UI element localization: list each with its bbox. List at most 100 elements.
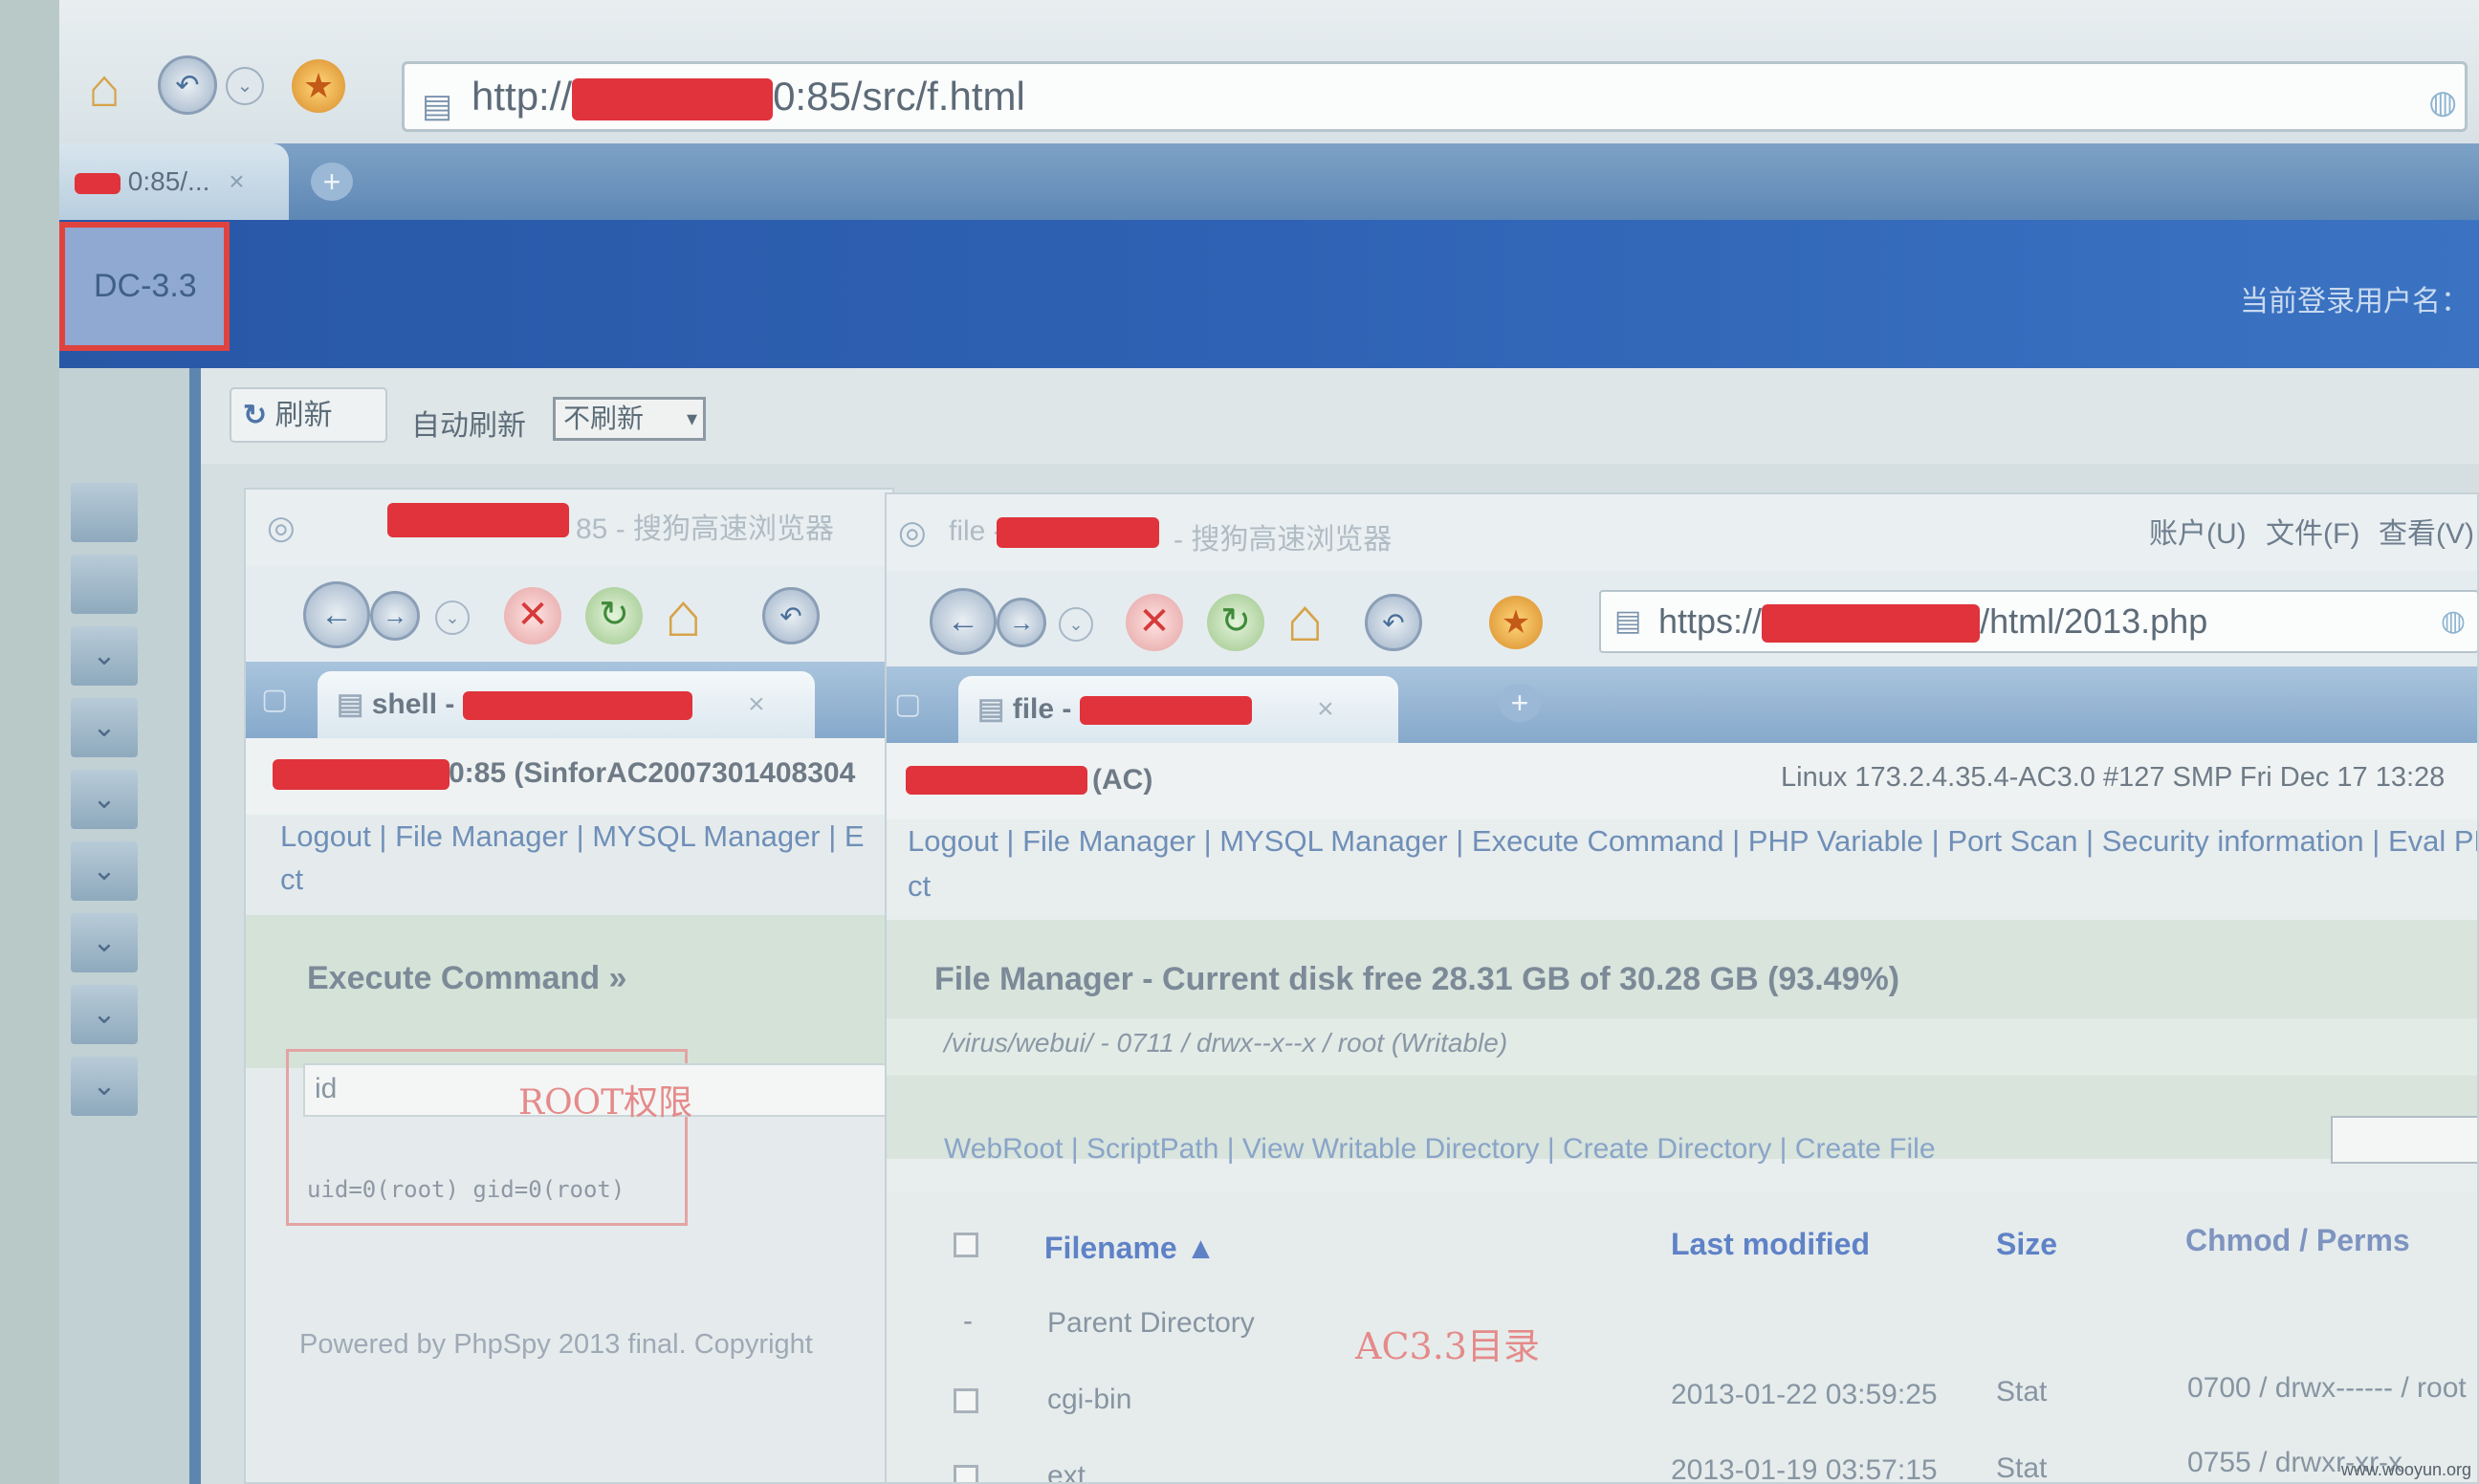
sidebar-item-expand[interactable]: ⌄	[71, 770, 138, 829]
file-address-bar[interactable]: ▤ https:// /html/2013.php ◍	[1599, 590, 2477, 653]
redacted-host	[273, 759, 450, 790]
reload-icon[interactable]: ↻	[1207, 594, 1264, 651]
shell-window-titlebar: ◎ 85 - 搜狗高速浏览器	[246, 490, 892, 566]
new-tab-icon[interactable]: +	[311, 163, 353, 201]
file-size[interactable]: Stat	[1996, 1376, 2047, 1408]
file-nav-links[interactable]: Logout | File Manager | MYSQL Manager | …	[908, 824, 2477, 859]
auto-refresh-value: 不刷新	[563, 404, 645, 433]
address-bar[interactable]: ▤ http:// 0:85/src/f.html ◍	[402, 61, 2468, 132]
back-icon[interactable]: ←	[930, 588, 997, 655]
redacted-tab-title	[1079, 696, 1252, 726]
outer-tab-label: 0:85/...	[127, 166, 210, 196]
file-browser-window: ◎ file - - 搜狗高速浏览器 账户(U) 文件(F) 查看(V) ← →…	[885, 492, 2479, 1484]
forward-icon[interactable]: →	[997, 598, 1046, 647]
favorite-star-icon[interactable]: ★	[292, 59, 345, 113]
file-perms[interactable]: 0700 / drwx------ / root	[2187, 1372, 2467, 1405]
file-window-title-prefix: file -	[949, 515, 1003, 547]
forward-icon[interactable]: →	[370, 591, 420, 641]
file-tab[interactable]: ▤ file - ×	[958, 676, 1398, 743]
shell-tab-strip: ▢ ▤ shell - ×	[246, 662, 892, 738]
file-actions[interactable]: WebRoot | ScriptPath | View Writable Dir…	[944, 1133, 1936, 1166]
page-icon: ▤	[337, 688, 364, 720]
goto-input[interactable]	[2331, 1116, 2477, 1164]
sidebar-item-expand[interactable]: ⌄	[71, 841, 138, 901]
sidebar-toggle-icon[interactable]: ▢	[894, 687, 921, 721]
file-name[interactable]: cgi-bin	[1047, 1384, 1131, 1416]
sidebar-item[interactable]	[71, 483, 138, 542]
sidebar-item[interactable]	[71, 555, 138, 614]
stop-icon[interactable]: ✕	[504, 587, 561, 644]
app-banner	[59, 220, 2479, 368]
home-icon[interactable]: ⌂	[665, 579, 702, 650]
directory-annotation: AC3.3目录	[1355, 1325, 1540, 1367]
home-icon[interactable]: ⌂	[1286, 584, 1324, 655]
file-window-title-suffix: - 搜狗高速浏览器	[1174, 524, 1393, 556]
row-checkbox[interactable]	[954, 1465, 978, 1482]
sidebar-item-expand[interactable]: ⌄	[71, 626, 138, 686]
page-icon: ▤	[977, 693, 1005, 725]
shell-window-title: 85 - 搜狗高速浏览器	[576, 513, 835, 545]
content-toolbar	[201, 368, 2479, 464]
chevron-down-icon[interactable]: ⌄	[435, 600, 470, 635]
undo-icon[interactable]: ↶	[762, 587, 820, 644]
undo-icon[interactable]: ↶	[1365, 594, 1422, 651]
sogou-logo-icon: ◎	[898, 514, 927, 551]
login-user-label: 当前登录用户名：	[2240, 286, 2469, 317]
sidebar-toggle-icon[interactable]: ▢	[261, 683, 288, 716]
command-output: uid=0(root) gid=0(root)	[307, 1176, 625, 1203]
redacted-title	[997, 517, 1159, 548]
col-size[interactable]: Size	[1996, 1227, 2057, 1262]
sidebar-item-expand[interactable]: ⌄	[71, 1057, 138, 1116]
col-filename[interactable]: Filename ▲	[1044, 1231, 1216, 1266]
file-window-titlebar: ◎ file - - 搜狗高速浏览器 账户(U) 文件(F) 查看(V)	[887, 494, 2477, 571]
url-suffix: 0:85/src/f.html	[773, 74, 1025, 119]
file-nav-wrap: ct	[908, 869, 932, 903]
desktop-left-edge	[0, 0, 59, 1484]
parent-directory-link[interactable]: Parent Directory	[1047, 1307, 1255, 1340]
select-all-checkbox[interactable]	[954, 1233, 978, 1257]
sidebar-divider[interactable]	[189, 368, 201, 1484]
file-size[interactable]: Stat	[1996, 1452, 2047, 1482]
row-checkbox[interactable]	[954, 1388, 978, 1413]
refresh-button[interactable]: ↻ 刷新	[230, 387, 387, 443]
home-icon[interactable]: ⌂	[75, 57, 134, 118]
file-name[interactable]: ext	[1047, 1460, 1086, 1482]
refresh-label: 刷新	[274, 400, 333, 431]
sidebar-item-expand[interactable]: ⌄	[71, 698, 138, 757]
reload-icon[interactable]: ↻	[585, 587, 643, 644]
menu-view[interactable]: 查看(V)	[2379, 510, 2474, 552]
close-icon[interactable]: ×	[748, 688, 765, 720]
close-icon[interactable]: ×	[1317, 693, 1334, 725]
history-dropdown-icon[interactable]: ⌄	[226, 67, 264, 105]
redacted-host	[572, 77, 774, 120]
menu-account[interactable]: 账户(U)	[2149, 510, 2247, 552]
sidebar-item-expand[interactable]: ⌄	[71, 985, 138, 1044]
outer-tab[interactable]: 0:85/... ×	[59, 143, 289, 220]
file-tab-label: file -	[1012, 693, 1072, 725]
sidebar-item-expand[interactable]: ⌄	[71, 913, 138, 972]
shell-nav-links[interactable]: Logout | File Manager | MYSQL Manager | …	[280, 819, 865, 854]
system-label: DC-3.3	[94, 268, 197, 304]
sidebar: ⌄ ⌄ ⌄ ⌄ ⌄ ⌄ ⌄	[59, 368, 193, 1484]
auto-refresh-select[interactable]: 不刷新 ▾	[553, 397, 706, 441]
chevron-down-icon[interactable]: ⌄	[1059, 607, 1093, 642]
file-table: Filename ▲ Last modified Size Chmod / Pe…	[887, 1192, 2477, 1482]
menu-file[interactable]: 文件(F)	[2266, 510, 2359, 552]
new-tab-icon[interactable]: +	[1499, 684, 1541, 722]
col-last-modified[interactable]: Last modified	[1671, 1227, 1870, 1262]
security-icon: ◍	[2428, 84, 2457, 120]
file-url-prefix: https://	[1658, 601, 1763, 641]
favorite-star-icon[interactable]: ★	[1489, 596, 1543, 649]
stop-icon[interactable]: ✕	[1126, 594, 1183, 651]
file-manager-title: File Manager - Current disk free 28.31 G…	[934, 961, 1900, 997]
url-prefix: http://	[472, 74, 573, 119]
file-host-bar: (AC) Linux 173.2.4.35.4-AC3.0 #127 SMP F…	[887, 743, 2477, 819]
back-icon[interactable]: ↶	[158, 55, 217, 115]
watermark: www.wooyun.org	[2340, 1460, 2471, 1479]
chevron-down-icon: ▾	[686, 406, 697, 430]
close-icon[interactable]: ×	[229, 166, 244, 196]
outer-tab-bar	[59, 143, 2479, 220]
back-icon[interactable]: ←	[303, 581, 370, 648]
shell-tab[interactable]: ▤ shell - ×	[318, 671, 815, 738]
refresh-icon: ↻	[243, 400, 268, 431]
